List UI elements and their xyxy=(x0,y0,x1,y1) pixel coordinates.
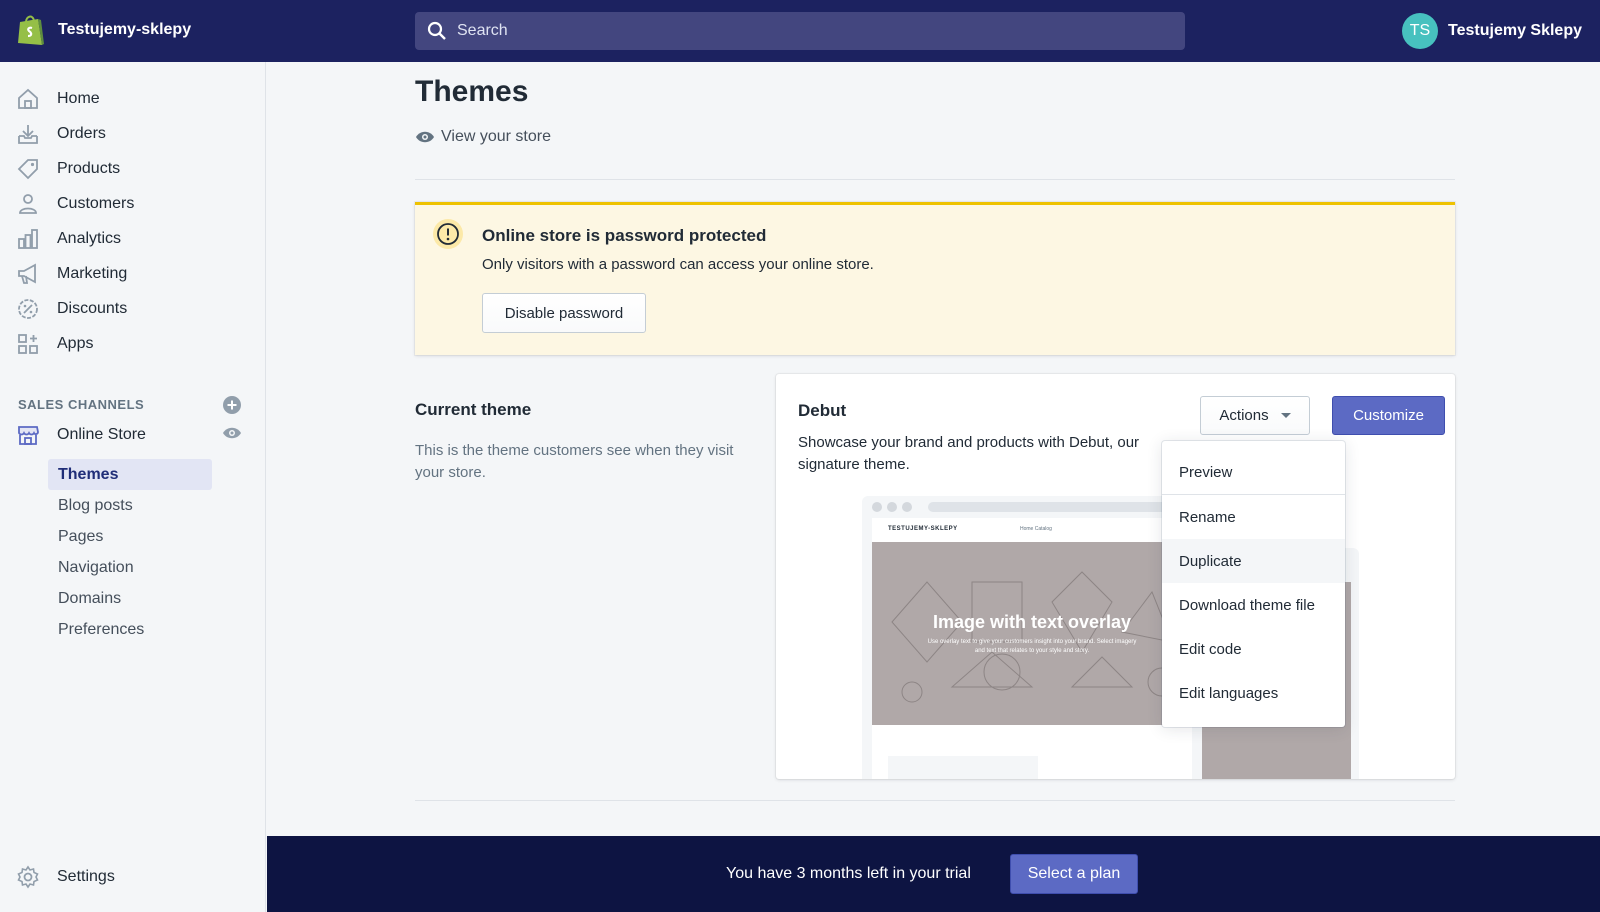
sidebar-item-label: Customers xyxy=(57,195,135,212)
sidebar-item-label: Home xyxy=(57,90,100,107)
sidebar-subitem-blog-posts[interactable]: Blog posts xyxy=(48,490,212,521)
sidebar-item-orders[interactable]: Orders xyxy=(16,118,246,150)
view-store-link[interactable]: View your store xyxy=(415,128,551,146)
actions-menu: Preview Rename Duplicate Download theme … xyxy=(1162,441,1345,727)
menu-item-edit-code[interactable]: Edit code xyxy=(1162,627,1345,671)
sidebar-subitem-themes[interactable]: Themes xyxy=(48,459,212,490)
user-name: Testujemy Sklepy xyxy=(1448,22,1582,39)
browser-dots xyxy=(872,502,912,512)
sidebar-item-label: Products xyxy=(57,160,121,177)
sidebar-item-products[interactable]: Products xyxy=(16,153,246,185)
banner-title: Online store is password protected xyxy=(482,226,767,245)
select-plan-button[interactable]: Select a plan xyxy=(1010,854,1138,894)
customize-button[interactable]: Customize xyxy=(1332,396,1445,435)
divider xyxy=(415,800,1455,801)
preview-hero-subtitle: Use overlay text to give your customers … xyxy=(927,639,1137,654)
theme-card: Debut Showcase your brand and products w… xyxy=(776,374,1455,779)
bar-chart-icon xyxy=(18,229,38,249)
sidebar-subitem-preferences[interactable]: Preferences xyxy=(48,614,212,645)
preview-hero-title: Image with text overlay xyxy=(932,612,1132,632)
store-brand[interactable]: Testujemy-sklepy xyxy=(16,13,191,47)
sidebar-item-label: Analytics xyxy=(57,230,122,247)
divider xyxy=(415,179,1455,180)
sidebar-item-label: Apps xyxy=(57,335,94,352)
sidebar-item-label: Settings xyxy=(57,868,115,885)
sidebar-item-home[interactable]: Home xyxy=(16,83,246,115)
warning-icon xyxy=(433,219,463,249)
theme-name: Debut xyxy=(798,401,847,420)
sidebar: Home Orders Products Customers Analytics… xyxy=(0,62,266,912)
sidebar-item-settings[interactable]: Settings xyxy=(16,861,246,893)
trial-message: You have 3 months left in your trial xyxy=(726,865,971,882)
orders-icon xyxy=(18,125,38,144)
menu-item-rename[interactable]: Rename xyxy=(1162,495,1345,539)
menu-item-preview[interactable]: Preview xyxy=(1162,450,1345,494)
store-name: Testujemy-sklepy xyxy=(58,21,192,38)
preview-content-block xyxy=(888,756,1038,779)
megaphone-icon xyxy=(18,263,36,284)
preview-store-header: TESTUJEMY-SKLEPY xyxy=(888,526,958,532)
avatar: TS xyxy=(1402,13,1439,49)
sidebar-item-label: Discounts xyxy=(57,300,128,317)
current-theme-description: This is the theme customers see when the… xyxy=(415,442,734,481)
trial-bar: You have 3 months left in your trial Sel… xyxy=(267,836,1600,912)
preview-page: TESTUJEMY-SKLEPY Home Catalog Image with… xyxy=(872,518,1192,779)
discount-icon xyxy=(18,299,38,319)
sidebar-item-online-store[interactable]: Online Store xyxy=(16,419,246,451)
gear-icon xyxy=(17,865,39,889)
sidebar-item-label: Orders xyxy=(57,125,106,142)
search-placeholder: Search xyxy=(457,22,508,39)
theme-description: Showcase your brand and products with De… xyxy=(798,434,1140,473)
actions-button[interactable]: Actions xyxy=(1200,396,1310,435)
sidebar-item-label: Online Store xyxy=(57,426,146,443)
search-bar[interactable]: Search xyxy=(415,12,1185,50)
sidebar-item-label: Marketing xyxy=(57,265,128,282)
banner-text: Only visitors with a password can access… xyxy=(482,256,874,273)
sidebar-item-analytics[interactable]: Analytics xyxy=(16,223,246,255)
person-icon xyxy=(19,194,37,214)
caret-down-icon xyxy=(1280,413,1291,418)
password-banner: Online store is password protected Only … xyxy=(415,202,1455,355)
top-bar: Testujemy-sklepy Search TS Testujemy Skl… xyxy=(0,0,1600,62)
shopify-logo-icon xyxy=(18,15,44,45)
apps-icon xyxy=(18,334,38,354)
menu-item-download-theme-file[interactable]: Download theme file xyxy=(1162,583,1345,627)
sidebar-item-apps[interactable]: Apps xyxy=(16,328,246,360)
search-icon xyxy=(427,21,446,40)
sidebar-item-discounts[interactable]: Discounts xyxy=(16,293,246,325)
eye-icon[interactable] xyxy=(222,426,242,440)
menu-item-edit-languages[interactable]: Edit languages xyxy=(1162,671,1345,715)
sidebar-subitem-navigation[interactable]: Navigation xyxy=(48,552,212,583)
disable-password-button[interactable]: Disable password xyxy=(482,293,646,333)
page-title: Themes xyxy=(415,75,529,108)
actions-label: Actions xyxy=(1219,407,1269,424)
preview-nav-links: Home Catalog xyxy=(1020,526,1052,532)
store-icon xyxy=(18,426,39,445)
add-channel-icon[interactable] xyxy=(223,396,241,414)
hero-illustration xyxy=(891,571,1177,703)
sidebar-item-customers[interactable]: Customers xyxy=(16,188,246,220)
sidebar-subitem-pages[interactable]: Pages xyxy=(48,521,212,552)
home-icon xyxy=(18,88,38,109)
menu-item-duplicate[interactable]: Duplicate xyxy=(1162,539,1345,583)
tag-icon xyxy=(17,159,38,180)
sidebar-subitem-domains[interactable]: Domains xyxy=(48,583,212,614)
current-theme-heading: Current theme xyxy=(415,400,532,419)
eye-icon xyxy=(416,131,434,143)
view-store-label: View your store xyxy=(441,128,551,145)
user-menu[interactable]: TS Testujemy Sklepy xyxy=(1402,13,1582,49)
preview-hero: Image with text overlay Use overlay text… xyxy=(872,542,1192,725)
sales-channels-heading: SALES CHANNELS xyxy=(18,397,145,412)
sidebar-item-marketing[interactable]: Marketing xyxy=(16,258,246,290)
